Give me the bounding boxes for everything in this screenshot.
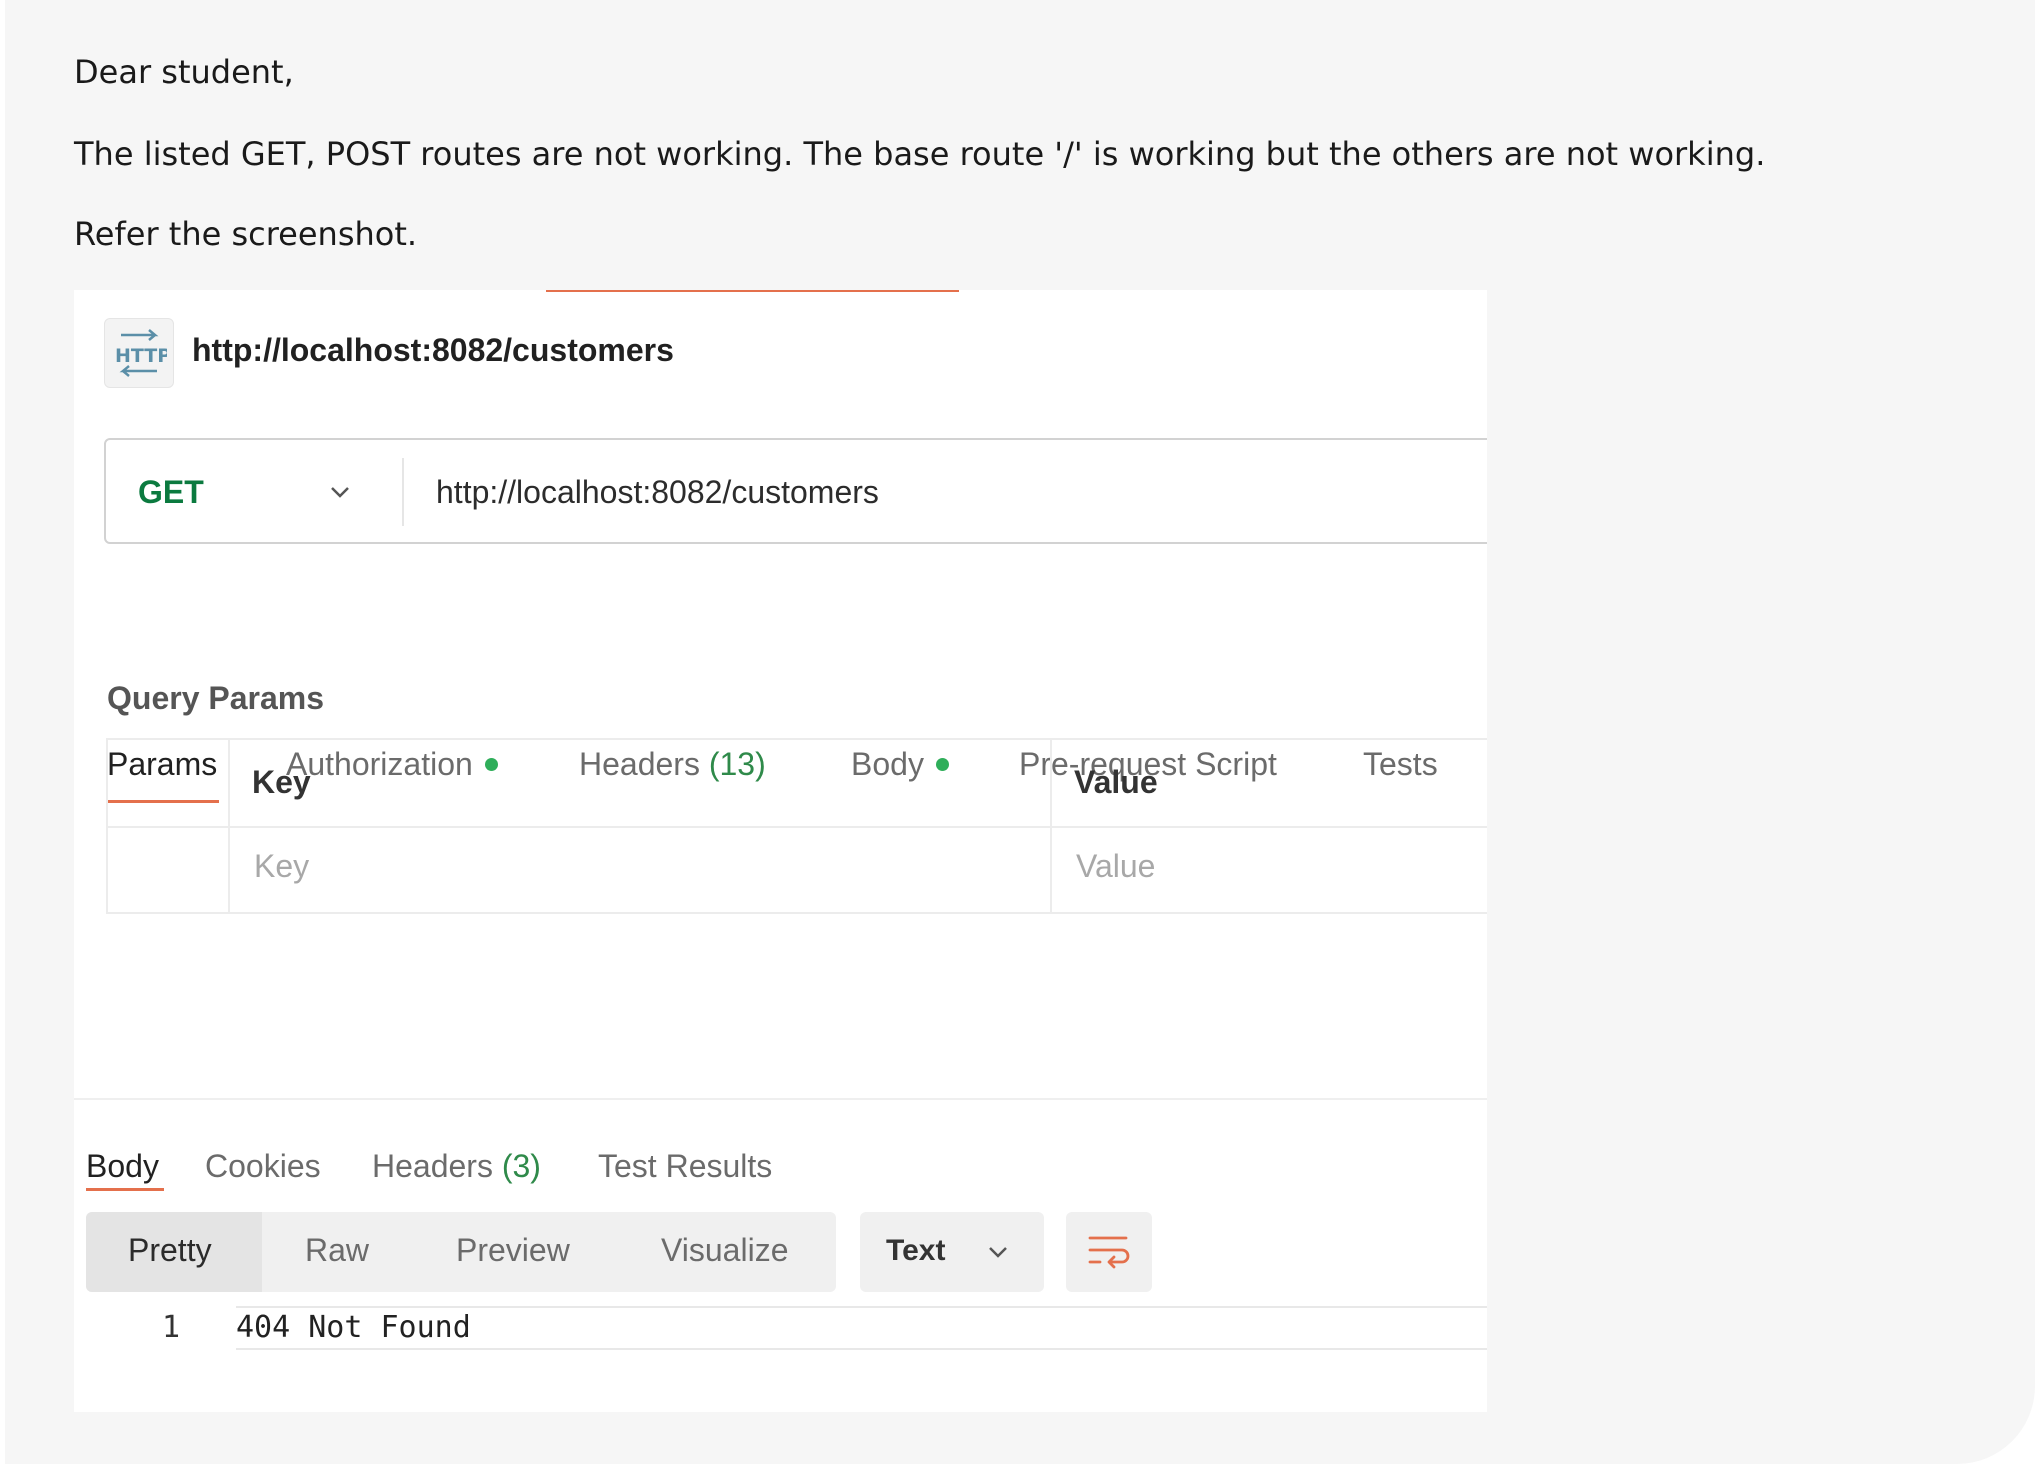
refer-text: Refer the screenshot. (74, 215, 418, 253)
greeting-text: Dear student, (74, 53, 294, 91)
response-tab-cookies[interactable]: Cookies (205, 1148, 321, 1185)
chevron-down-icon (989, 1247, 1007, 1258)
view-mode-raw[interactable]: Raw (305, 1232, 369, 1269)
view-mode-pretty[interactable]: Pretty (128, 1232, 212, 1269)
svg-text:HTTP: HTTP (115, 345, 167, 367)
response-tab-headers-label: Headers (372, 1148, 493, 1184)
response-tab-body[interactable]: Body (86, 1148, 159, 1185)
http-icon: HTTP (104, 318, 174, 388)
response-headers-count: (3) (501, 1148, 541, 1184)
response-tab-test-results-label: Test Results (598, 1148, 773, 1184)
url-divider (402, 458, 404, 526)
panel-separator (74, 1098, 1487, 1100)
message-card: Dear student, The listed GET, POST route… (5, 0, 2035, 1464)
url-bar: GET http://localhost:8082/customers (104, 438, 1487, 544)
response-tab-body-label: Body (86, 1148, 159, 1184)
format-select[interactable]: Text (860, 1212, 1044, 1292)
format-select-label: Text (886, 1234, 946, 1267)
method-select[interactable]: GET (138, 474, 204, 511)
table-divider (108, 826, 1487, 828)
line-number: 1 (162, 1310, 181, 1345)
active-tab-indicator (546, 290, 959, 292)
request-title[interactable]: http://localhost:8082/customers (192, 332, 674, 369)
key-input[interactable]: Key (254, 848, 309, 885)
response-tab-headers[interactable]: Headers (3) (372, 1148, 541, 1185)
wrap-lines-icon (1088, 1236, 1130, 1269)
url-input[interactable]: http://localhost:8082/customers (436, 474, 879, 511)
value-column-header: Value (1074, 764, 1158, 800)
wrap-lines-button[interactable] (1066, 1212, 1152, 1292)
body-tab-underline (86, 1188, 164, 1191)
response-body-text[interactable]: 404 Not Found (236, 1306, 471, 1350)
message-body: The listed GET, POST routes are not work… (74, 135, 1766, 173)
value-input[interactable]: Value (1076, 848, 1155, 885)
query-params-label: Query Params (107, 680, 325, 716)
query-params-table: Key Value Key Value (106, 738, 1487, 914)
postman-screenshot: HTTP http://localhost:8082/customers GET… (74, 290, 1487, 1412)
view-mode-preview[interactable]: Preview (456, 1232, 570, 1269)
response-tab-cookies-label: Cookies (205, 1148, 321, 1184)
key-column-header: Key (252, 764, 311, 800)
chevron-down-icon[interactable] (326, 478, 354, 506)
response-tab-test-results[interactable]: Test Results (598, 1148, 772, 1185)
view-mode-visualize[interactable]: Visualize (661, 1232, 788, 1269)
view-mode-selector: Pretty Raw Preview Visualize (86, 1212, 836, 1292)
